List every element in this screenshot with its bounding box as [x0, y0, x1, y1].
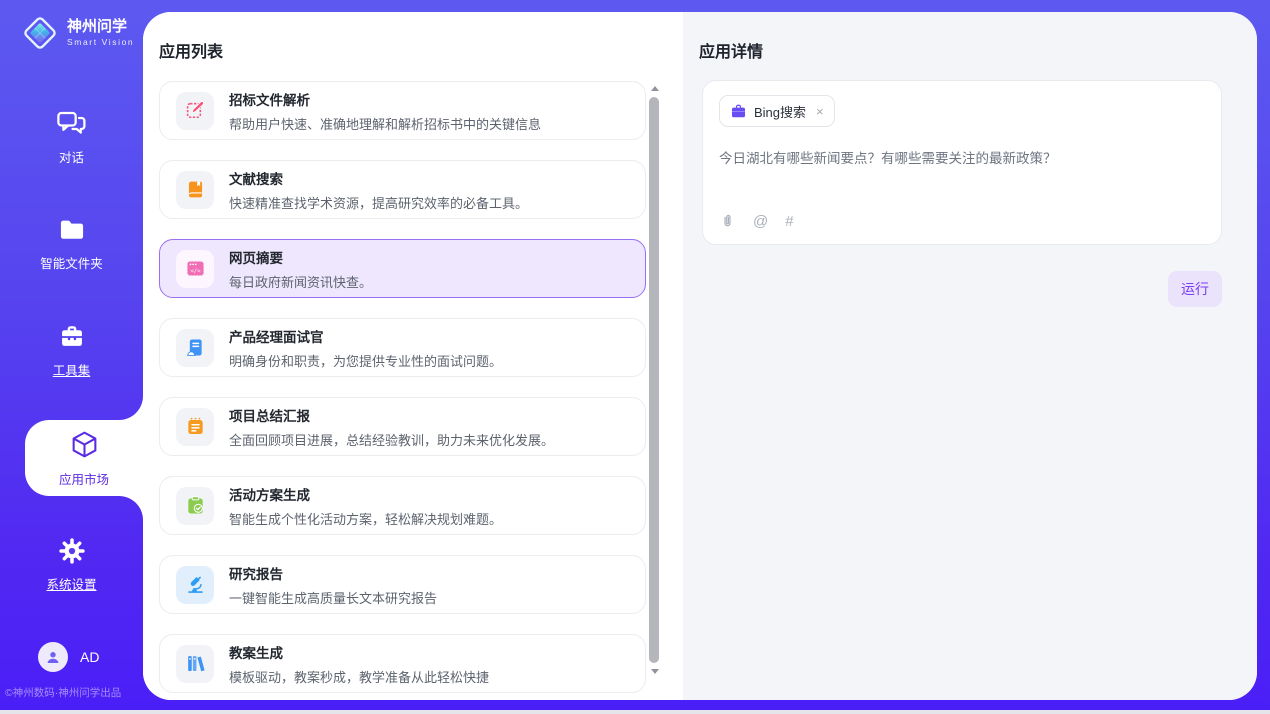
app-card-title: 文献搜索	[229, 168, 528, 188]
user-row[interactable]: AD	[0, 642, 143, 672]
app-icon-tile: </>	[176, 250, 214, 288]
sidebar-footer: AD ©神州数码·神州问学出品	[0, 642, 143, 700]
svg-text:</>: </>	[190, 269, 201, 275]
app-icon-tile	[176, 566, 214, 604]
book-icon	[185, 179, 206, 200]
app-card[interactable]: 活动方案生成 智能生成个性化活动方案，轻松解决规划难题。	[159, 476, 646, 535]
sidebar-item-cube[interactable]: 应用市场	[25, 420, 143, 496]
diamond-logo-icon	[20, 13, 60, 53]
app-icon-tile	[176, 329, 214, 367]
at-icon[interactable]: @	[753, 214, 768, 229]
brand-name: 神州问学	[67, 19, 134, 35]
tool-tag-label: Bing搜索	[754, 102, 806, 121]
chat-icon	[56, 109, 87, 138]
app-list-title: 应用列表	[143, 12, 683, 62]
app-icon-tile	[176, 487, 214, 525]
main-panel: 应用列表 招标文件解析 帮助用户快速、准确地理解和解析招标书中的关键信息 文献搜…	[143, 12, 1257, 700]
scrollbar-down-arrow-icon[interactable]	[651, 669, 659, 674]
gear-icon	[57, 537, 87, 565]
hash-icon[interactable]: #	[785, 214, 793, 229]
app-card-description: 快速精准查找学术资源，提高研究效率的必备工具。	[229, 193, 528, 212]
sidebar-nav: 对话 智能文件夹 工具集 应用市场 系统设置	[0, 99, 143, 603]
app-card-description: 模板驱动，教案秒成，教学准备从此轻松快捷	[229, 667, 489, 686]
app-icon-tile	[176, 171, 214, 209]
sidebar-item-gear[interactable]: 系统设置	[0, 527, 143, 603]
notepad-icon	[185, 416, 206, 437]
app-detail-section: 应用详情 Bing搜索 × 今日湖北有哪些新闻要点？有哪些需要关注的最新政策？ …	[683, 12, 1257, 700]
app-card[interactable]: 产品经理面试官 明确身份和职责，为您提供专业性的面试问题。	[159, 318, 646, 377]
app-card-list: 招标文件解析 帮助用户快速、准确地理解和解析招标书中的关键信息 文献搜索 快速精…	[159, 81, 646, 693]
paperclip-icon[interactable]	[719, 213, 736, 230]
app-detail-title: 应用详情	[683, 12, 1257, 62]
app-card-title: 活动方案生成	[229, 484, 502, 504]
sidebar-item-folder[interactable]: 智能文件夹	[0, 206, 143, 282]
app-icon-tile	[176, 408, 214, 446]
edit-note-icon	[185, 100, 206, 121]
app-list-section: 应用列表 招标文件解析 帮助用户快速、准确地理解和解析招标书中的关键信息 文献搜…	[143, 12, 683, 700]
run-button[interactable]: 运行	[1168, 271, 1222, 307]
browser-code-icon: </>	[185, 258, 206, 279]
microscope-icon	[185, 574, 206, 595]
app-card[interactable]: 研究报告 一键智能生成高质量长文本研究报告	[159, 555, 646, 614]
avatar[interactable]	[38, 642, 68, 672]
sidebar-item-toolbox[interactable]: 工具集	[0, 313, 143, 389]
app-icon-tile	[176, 645, 214, 683]
folder-icon	[57, 216, 87, 244]
copyright: ©神州数码·神州问学出品	[0, 685, 143, 700]
sidebar-item-label: 智能文件夹	[40, 253, 103, 272]
prompt-card: Bing搜索 × 今日湖北有哪些新闻要点？有哪些需要关注的最新政策？ @#	[702, 80, 1222, 245]
app-card-description: 明确身份和职责，为您提供专业性的面试问题。	[229, 351, 502, 370]
app-card[interactable]: </> 网页摘要 每日政府新闻资讯快查。	[159, 239, 646, 298]
app-card-title: 研究报告	[229, 563, 437, 583]
app-card-description: 帮助用户快速、准确地理解和解析招标书中的关键信息	[229, 114, 541, 133]
scrollbar-thumb[interactable]	[649, 97, 659, 663]
app-card-title: 网页摘要	[229, 247, 372, 267]
close-icon[interactable]: ×	[816, 104, 824, 119]
app-card-title: 项目总结汇报	[229, 405, 554, 425]
tab-curve-bottom	[119, 496, 143, 520]
sidebar-item-label: 工具集	[53, 360, 91, 379]
app-card-description: 全面回顾项目进展，总结经验教训，助力未来优化发展。	[229, 430, 554, 449]
scrollbar-up-arrow-icon[interactable]	[651, 86, 659, 91]
scrollbar[interactable]	[649, 84, 660, 676]
cube-icon	[68, 429, 101, 460]
books-icon	[185, 653, 206, 674]
toolbox-icon	[57, 323, 87, 351]
app-card-title: 教案生成	[229, 642, 489, 662]
app-card[interactable]: 文献搜索 快速精准查找学术资源，提高研究效率的必备工具。	[159, 160, 646, 219]
tool-tag-bing-search[interactable]: Bing搜索 ×	[719, 95, 835, 127]
app-card[interactable]: 教案生成 模板驱动，教案秒成，教学准备从此轻松快捷	[159, 634, 646, 693]
sidebar: 神州问学 Smart Vision 对话 智能文件夹 工具集 应用市场 系统设置…	[0, 0, 143, 710]
briefcase-icon	[730, 103, 747, 120]
app-card[interactable]: 项目总结汇报 全面回顾项目进展，总结经验教训，助力未来优化发展。	[159, 397, 646, 456]
sidebar-item-label: 应用市场	[59, 469, 109, 488]
brand-logo: 神州问学 Smart Vision	[0, 0, 143, 53]
app-card-description: 每日政府新闻资讯快查。	[229, 272, 372, 291]
app-card-description: 一键智能生成高质量长文本研究报告	[229, 588, 437, 607]
sidebar-item-label: 系统设置	[46, 574, 96, 593]
tab-curve-top	[119, 396, 143, 420]
user-name: AD	[80, 649, 99, 665]
app-icon-tile	[176, 92, 214, 130]
person-icon	[44, 648, 62, 666]
input-toolbar: @#	[719, 213, 1205, 230]
app-card-description: 智能生成个性化活动方案，轻松解决规划难题。	[229, 509, 502, 528]
sidebar-item-chat[interactable]: 对话	[0, 99, 143, 175]
app-card-title: 产品经理面试官	[229, 326, 502, 346]
clipboard-check-icon	[185, 495, 206, 516]
sidebar-item-label: 对话	[59, 147, 84, 166]
brand-subtitle: Smart Vision	[67, 37, 134, 47]
run-row: 运行	[683, 271, 1222, 307]
app-card[interactable]: 招标文件解析 帮助用户快速、准确地理解和解析招标书中的关键信息	[159, 81, 646, 140]
question-input[interactable]: 今日湖北有哪些新闻要点？有哪些需要关注的最新政策？	[719, 149, 1205, 213]
doc-person-icon	[185, 337, 206, 358]
app-card-title: 招标文件解析	[229, 89, 541, 109]
